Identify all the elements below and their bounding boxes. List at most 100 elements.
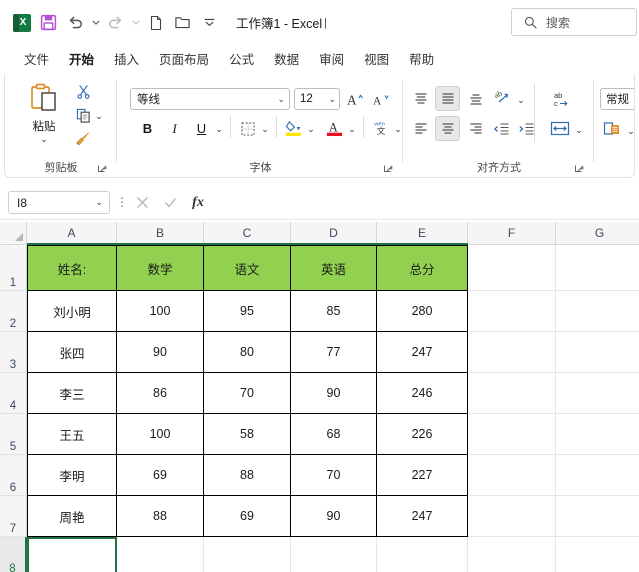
cell-B4[interactable]: 86 xyxy=(117,373,204,414)
row-header-1[interactable]: 1 xyxy=(0,245,27,291)
cell-E8[interactable] xyxy=(377,537,468,572)
orientation-dropdown-icon[interactable]: ⌄ xyxy=(515,90,527,110)
align-middle-button[interactable] xyxy=(435,86,460,111)
italic-button[interactable]: I xyxy=(163,117,186,140)
redo-dropdown-icon[interactable] xyxy=(130,11,141,35)
font-name-input[interactable]: 等线 ⌄ xyxy=(130,88,290,110)
cell-D3[interactable]: 77 xyxy=(291,332,377,373)
row-header-5[interactable]: 5 xyxy=(0,414,27,455)
align-bottom-button[interactable] xyxy=(465,88,487,109)
select-all-corner[interactable] xyxy=(0,222,27,245)
cell-A8[interactable] xyxy=(27,537,117,572)
alignment-dialog-launcher[interactable] xyxy=(574,162,586,174)
column-header-B[interactable]: B xyxy=(117,222,204,245)
cell-E3[interactable]: 247 xyxy=(377,332,468,373)
cell-C5[interactable]: 58 xyxy=(204,414,291,455)
cell-D8[interactable] xyxy=(291,537,377,572)
font-name-dropdown-icon[interactable]: ⌄ xyxy=(277,94,285,105)
cell-C1[interactable]: 语文 xyxy=(204,245,291,291)
cell-F2[interactable] xyxy=(468,291,556,332)
cell-B3[interactable]: 90 xyxy=(117,332,204,373)
formula-bar-grip[interactable]: ⋮ xyxy=(116,196,128,208)
cell-A1[interactable]: 姓名: xyxy=(27,245,117,291)
tab-page-layout[interactable]: 页面布局 xyxy=(149,46,219,72)
cell-A7[interactable]: 周艳 xyxy=(27,496,117,537)
cell-G7[interactable] xyxy=(556,496,639,537)
cell-C7[interactable]: 69 xyxy=(204,496,291,537)
borders-button[interactable] xyxy=(236,117,259,140)
cell-C6[interactable]: 88 xyxy=(204,455,291,496)
cell-B8[interactable] xyxy=(117,537,204,572)
cell-C4[interactable]: 70 xyxy=(204,373,291,414)
copy-dropdown-icon[interactable]: ⌄ xyxy=(93,106,105,126)
merge-cells-button[interactable] xyxy=(548,117,572,139)
row-header-8[interactable]: 8 xyxy=(0,537,27,572)
new-file-icon[interactable] xyxy=(143,10,168,35)
confirm-entry-icon[interactable] xyxy=(159,192,181,214)
customize-qat-icon[interactable] xyxy=(197,10,222,35)
cell-D1[interactable]: 英语 xyxy=(291,245,377,291)
column-header-E[interactable]: E xyxy=(377,222,468,245)
cell-F8[interactable] xyxy=(468,537,556,572)
cell-E6[interactable]: 227 xyxy=(377,455,468,496)
increase-font-size-button[interactable]: A xyxy=(344,88,367,110)
save-icon[interactable] xyxy=(36,10,61,35)
font-dialog-launcher[interactable] xyxy=(383,162,395,174)
cell-E5[interactable]: 226 xyxy=(377,414,468,455)
name-box[interactable]: I8 ⌄ xyxy=(8,191,110,214)
wrap-text-button[interactable]: ab c xyxy=(548,86,574,112)
cell-D6[interactable]: 70 xyxy=(291,455,377,496)
tab-formulas[interactable]: 公式 xyxy=(219,46,264,72)
cell-F4[interactable] xyxy=(468,373,556,414)
cell-A5[interactable]: 王五 xyxy=(27,414,117,455)
row-header-6[interactable]: 6 xyxy=(0,455,27,496)
cell-A2[interactable]: 刘小明 xyxy=(27,291,117,332)
cell-F3[interactable] xyxy=(468,332,556,373)
row-header-4[interactable]: 4 xyxy=(0,373,27,414)
decrease-indent-button[interactable] xyxy=(490,118,512,139)
column-header-F[interactable]: F xyxy=(468,222,556,245)
undo-icon[interactable] xyxy=(63,10,88,35)
format-painter-button[interactable] xyxy=(71,127,95,149)
cell-E1[interactable]: 总分 xyxy=(377,245,468,291)
column-header-C[interactable]: C xyxy=(204,222,291,245)
fill-color-button[interactable] xyxy=(282,116,305,139)
tab-data[interactable]: 数据 xyxy=(264,46,309,72)
cell-F6[interactable] xyxy=(468,455,556,496)
orientation-button[interactable]: ab xyxy=(492,87,514,108)
cell-C8[interactable] xyxy=(204,537,291,572)
align-right-button[interactable] xyxy=(465,118,487,139)
column-header-G[interactable]: G xyxy=(556,222,639,245)
open-folder-icon[interactable] xyxy=(170,10,195,35)
accounting-format-button[interactable] xyxy=(601,118,623,139)
cell-F7[interactable] xyxy=(468,496,556,537)
row-header-7[interactable]: 7 xyxy=(0,496,27,537)
cell-E4[interactable]: 246 xyxy=(377,373,468,414)
search-box[interactable]: 搜索 xyxy=(511,8,637,36)
cancel-entry-icon[interactable] xyxy=(131,192,153,214)
font-color-button[interactable]: A xyxy=(323,116,346,139)
align-top-button[interactable] xyxy=(410,88,432,109)
cell-D4[interactable]: 90 xyxy=(291,373,377,414)
cell-A4[interactable]: 李三 xyxy=(27,373,117,414)
redo-icon[interactable] xyxy=(103,10,128,35)
tab-file[interactable]: 文件 xyxy=(14,46,59,72)
decrease-font-size-button[interactable]: A xyxy=(370,88,393,110)
cell-C2[interactable]: 95 xyxy=(204,291,291,332)
row-header-2[interactable]: 2 xyxy=(0,291,27,332)
cell-G3[interactable] xyxy=(556,332,639,373)
tab-review[interactable]: 审阅 xyxy=(309,46,354,72)
cell-A3[interactable]: 张四 xyxy=(27,332,117,373)
formula-input[interactable] xyxy=(215,191,633,214)
number-format-select[interactable]: 常规 xyxy=(600,88,634,110)
cell-D7[interactable]: 90 xyxy=(291,496,377,537)
row-header-3[interactable]: 3 xyxy=(0,332,27,373)
cell-F5[interactable] xyxy=(468,414,556,455)
cell-B1[interactable]: 数学 xyxy=(117,245,204,291)
cell-G2[interactable] xyxy=(556,291,639,332)
cell-B6[interactable]: 69 xyxy=(117,455,204,496)
cell-E7[interactable]: 247 xyxy=(377,496,468,537)
cell-B7[interactable]: 88 xyxy=(117,496,204,537)
bold-button[interactable]: B xyxy=(136,117,159,140)
column-header-D[interactable]: D xyxy=(291,222,377,245)
